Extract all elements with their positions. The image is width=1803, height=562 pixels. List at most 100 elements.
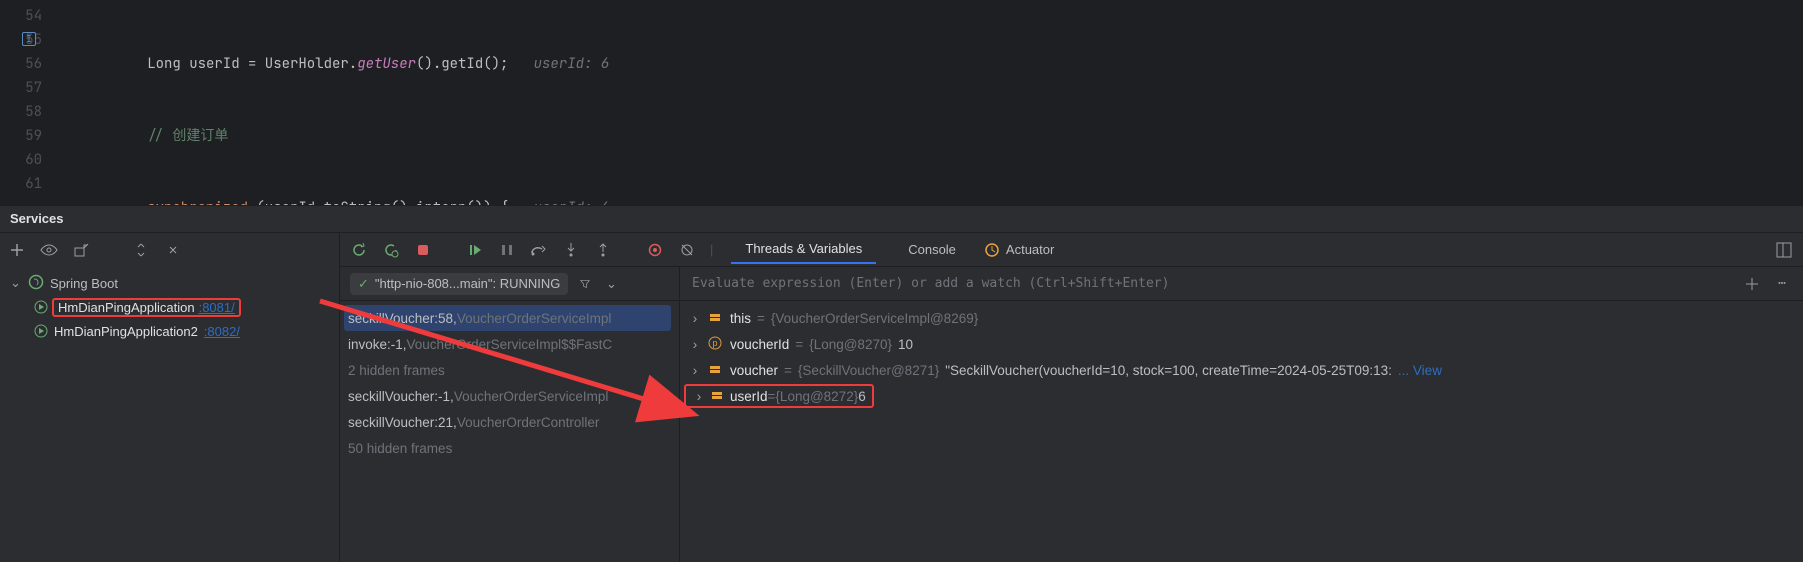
code-text: ().getId(); — [416, 55, 508, 73]
code-text: getUser — [357, 55, 416, 73]
inlay-hint: userId: 6 — [508, 55, 609, 73]
step-into-icon[interactable] — [562, 241, 580, 259]
frame-loc: VoucherOrderServiceImpl — [454, 389, 609, 404]
view-breakpoints-icon[interactable] — [646, 241, 664, 259]
variable-user-id[interactable]: › userId = {Long@8272} 6 — [688, 383, 1795, 409]
code-area[interactable]: Long userId = UserHolder.getUser().getId… — [80, 0, 1803, 205]
pause-icon[interactable] — [498, 241, 516, 259]
line-number: 59 — [25, 127, 42, 145]
app1-name: HmDianPingApplication — [58, 300, 195, 315]
chevron-down-icon[interactable]: ⌄ — [602, 275, 620, 293]
spring-boot-icon — [28, 274, 44, 293]
tab-threads-variables[interactable]: Threads & Variables — [731, 235, 876, 264]
debug-area: ⌄ Spring Boot HmDianPingApplication :808… — [0, 233, 1803, 562]
var-type: {SeckillVoucher@8271} — [798, 363, 939, 378]
frames-list[interactable]: seckillVoucher:58, VoucherOrderServiceIm… — [340, 301, 679, 465]
frame-row[interactable]: invoke:-1, VoucherOrderServiceImpl$$Fast… — [348, 331, 671, 357]
tree-root-spring-boot[interactable]: ⌄ Spring Boot — [6, 271, 333, 295]
svg-text:p: p — [712, 338, 717, 348]
thread-label: "http-nio-808...main": RUNNING — [375, 276, 561, 291]
variable-this[interactable]: › this = {VoucherOrderServiceImpl@8269} — [688, 305, 1795, 331]
more-icon[interactable]: ⋯ — [1773, 275, 1791, 293]
var-name: userId — [730, 389, 768, 404]
object-icon — [708, 362, 724, 378]
mute-breakpoints-icon[interactable] — [678, 241, 696, 259]
var-type: {Long@8272} — [775, 389, 858, 404]
line-number: 54 — [25, 7, 42, 25]
chevron-right-icon[interactable]: › — [692, 389, 706, 404]
hidden-frames-row[interactable]: 50 hidden frames — [348, 435, 671, 461]
service-app-2[interactable]: HmDianPingApplication2 :8082/ — [6, 319, 333, 343]
var-value: 10 — [898, 337, 913, 352]
resume-icon[interactable] — [466, 241, 484, 259]
frame-row[interactable]: seckillVoucher:58, VoucherOrderServiceIm… — [344, 305, 671, 331]
chevron-right-icon[interactable]: › — [688, 311, 702, 326]
debug-toolbar: | Threads & Variables Console Actuator — [340, 233, 1803, 267]
variable-voucher-id[interactable]: › p voucherId = {Long@8270} 10 — [688, 331, 1795, 357]
code-editor[interactable]: 54 55I 56 57 58 59 60 61 Long userId = U… — [0, 0, 1803, 205]
service-app-1[interactable]: HmDianPingApplication :8081/ — [6, 295, 333, 319]
services-tree[interactable]: ⌄ Spring Boot HmDianPingApplication :808… — [0, 267, 339, 347]
object-icon — [708, 310, 724, 326]
tab-console[interactable]: Console — [894, 236, 970, 263]
var-value: 6 — [858, 389, 866, 404]
code-comment: // 创建订单 — [147, 127, 228, 145]
stop-icon[interactable] — [414, 241, 432, 259]
var-type: {VoucherOrderServiceImpl@8269} — [771, 311, 978, 326]
var-type: {Long@8270} — [809, 337, 892, 352]
services-toolbar — [0, 233, 339, 267]
hidden-frames-label: 50 hidden frames — [348, 441, 452, 456]
var-eq: = — [795, 337, 803, 352]
line-number: 57 — [25, 79, 42, 97]
user-id-highlight-box: › userId = {Long@8272} 6 — [684, 384, 874, 408]
chevron-down-icon[interactable]: ⌄ — [10, 275, 22, 291]
line-number: 56 — [25, 55, 42, 73]
frame-row[interactable]: seckillVoucher:-1, VoucherOrderServiceIm… — [348, 383, 671, 409]
add-icon[interactable] — [8, 241, 26, 259]
code-text: synchronized — [147, 199, 256, 205]
rerun-icon[interactable] — [350, 241, 368, 259]
frame-row[interactable]: seckillVoucher:21, VoucherOrderControlle… — [348, 409, 671, 435]
variable-voucher[interactable]: › voucher = {SeckillVoucher@8271} "Secki… — [688, 357, 1795, 383]
chevron-right-icon[interactable]: › — [688, 363, 702, 378]
run-config-icon — [34, 324, 48, 338]
hidden-frames-row[interactable]: 2 hidden frames — [348, 357, 671, 383]
cursor-line-icon: I — [22, 32, 36, 46]
var-name: voucher — [730, 363, 778, 378]
inlay-hint: userId: 6 — [508, 199, 609, 205]
parameter-icon: p — [708, 336, 724, 352]
services-panel-title: Services — [0, 205, 1803, 233]
layout-icon[interactable] — [1775, 241, 1793, 259]
chevron-right-icon[interactable]: › — [688, 337, 702, 352]
tab-actuator[interactable]: Actuator — [984, 242, 1054, 258]
line-number: 58 — [25, 103, 42, 121]
rerun-debug-icon[interactable] — [382, 241, 400, 259]
evaluate-placeholder: Evaluate expression (Enter) or add a wat… — [692, 276, 1169, 291]
object-icon — [710, 388, 726, 404]
export-icon[interactable] — [72, 241, 90, 259]
services-column: ⌄ Spring Boot HmDianPingApplication :808… — [0, 233, 340, 562]
eye-icon[interactable] — [40, 241, 58, 259]
expand-icon[interactable] — [132, 241, 150, 259]
app1-port-link[interactable]: :8081/ — [199, 300, 235, 315]
frame-text: seckillVoucher:58, — [348, 311, 457, 326]
add-watch-icon[interactable] — [1743, 275, 1761, 293]
evaluate-expression-input[interactable]: Evaluate expression (Enter) or add a wat… — [680, 267, 1803, 301]
filter-icon[interactable] — [576, 275, 594, 293]
collapse-icon[interactable] — [164, 241, 182, 259]
var-name: this — [730, 311, 751, 326]
line-number: 61 — [25, 175, 42, 193]
hidden-frames-label: 2 hidden frames — [348, 363, 445, 378]
thread-selector[interactable]: ✓ "http-nio-808...main": RUNNING — [350, 273, 568, 295]
editor-gutter: 54 55I 56 57 58 59 60 61 — [0, 0, 80, 205]
app2-port-link[interactable]: :8082/ — [204, 324, 240, 339]
frames-column: ✓ "http-nio-808...main": RUNNING ⌄ secki… — [340, 267, 680, 562]
variables-list[interactable]: › this = {VoucherOrderServiceImpl@8269} … — [680, 301, 1803, 413]
check-icon: ✓ — [358, 276, 369, 292]
frame-loc: VoucherOrderServiceImpl$$FastC — [407, 337, 613, 352]
frame-loc: VoucherOrderServiceImpl — [457, 311, 612, 326]
step-out-icon[interactable] — [594, 241, 612, 259]
view-more-link[interactable]: ... View — [1398, 363, 1442, 378]
var-eq: = — [757, 311, 765, 326]
step-over-icon[interactable] — [530, 241, 548, 259]
